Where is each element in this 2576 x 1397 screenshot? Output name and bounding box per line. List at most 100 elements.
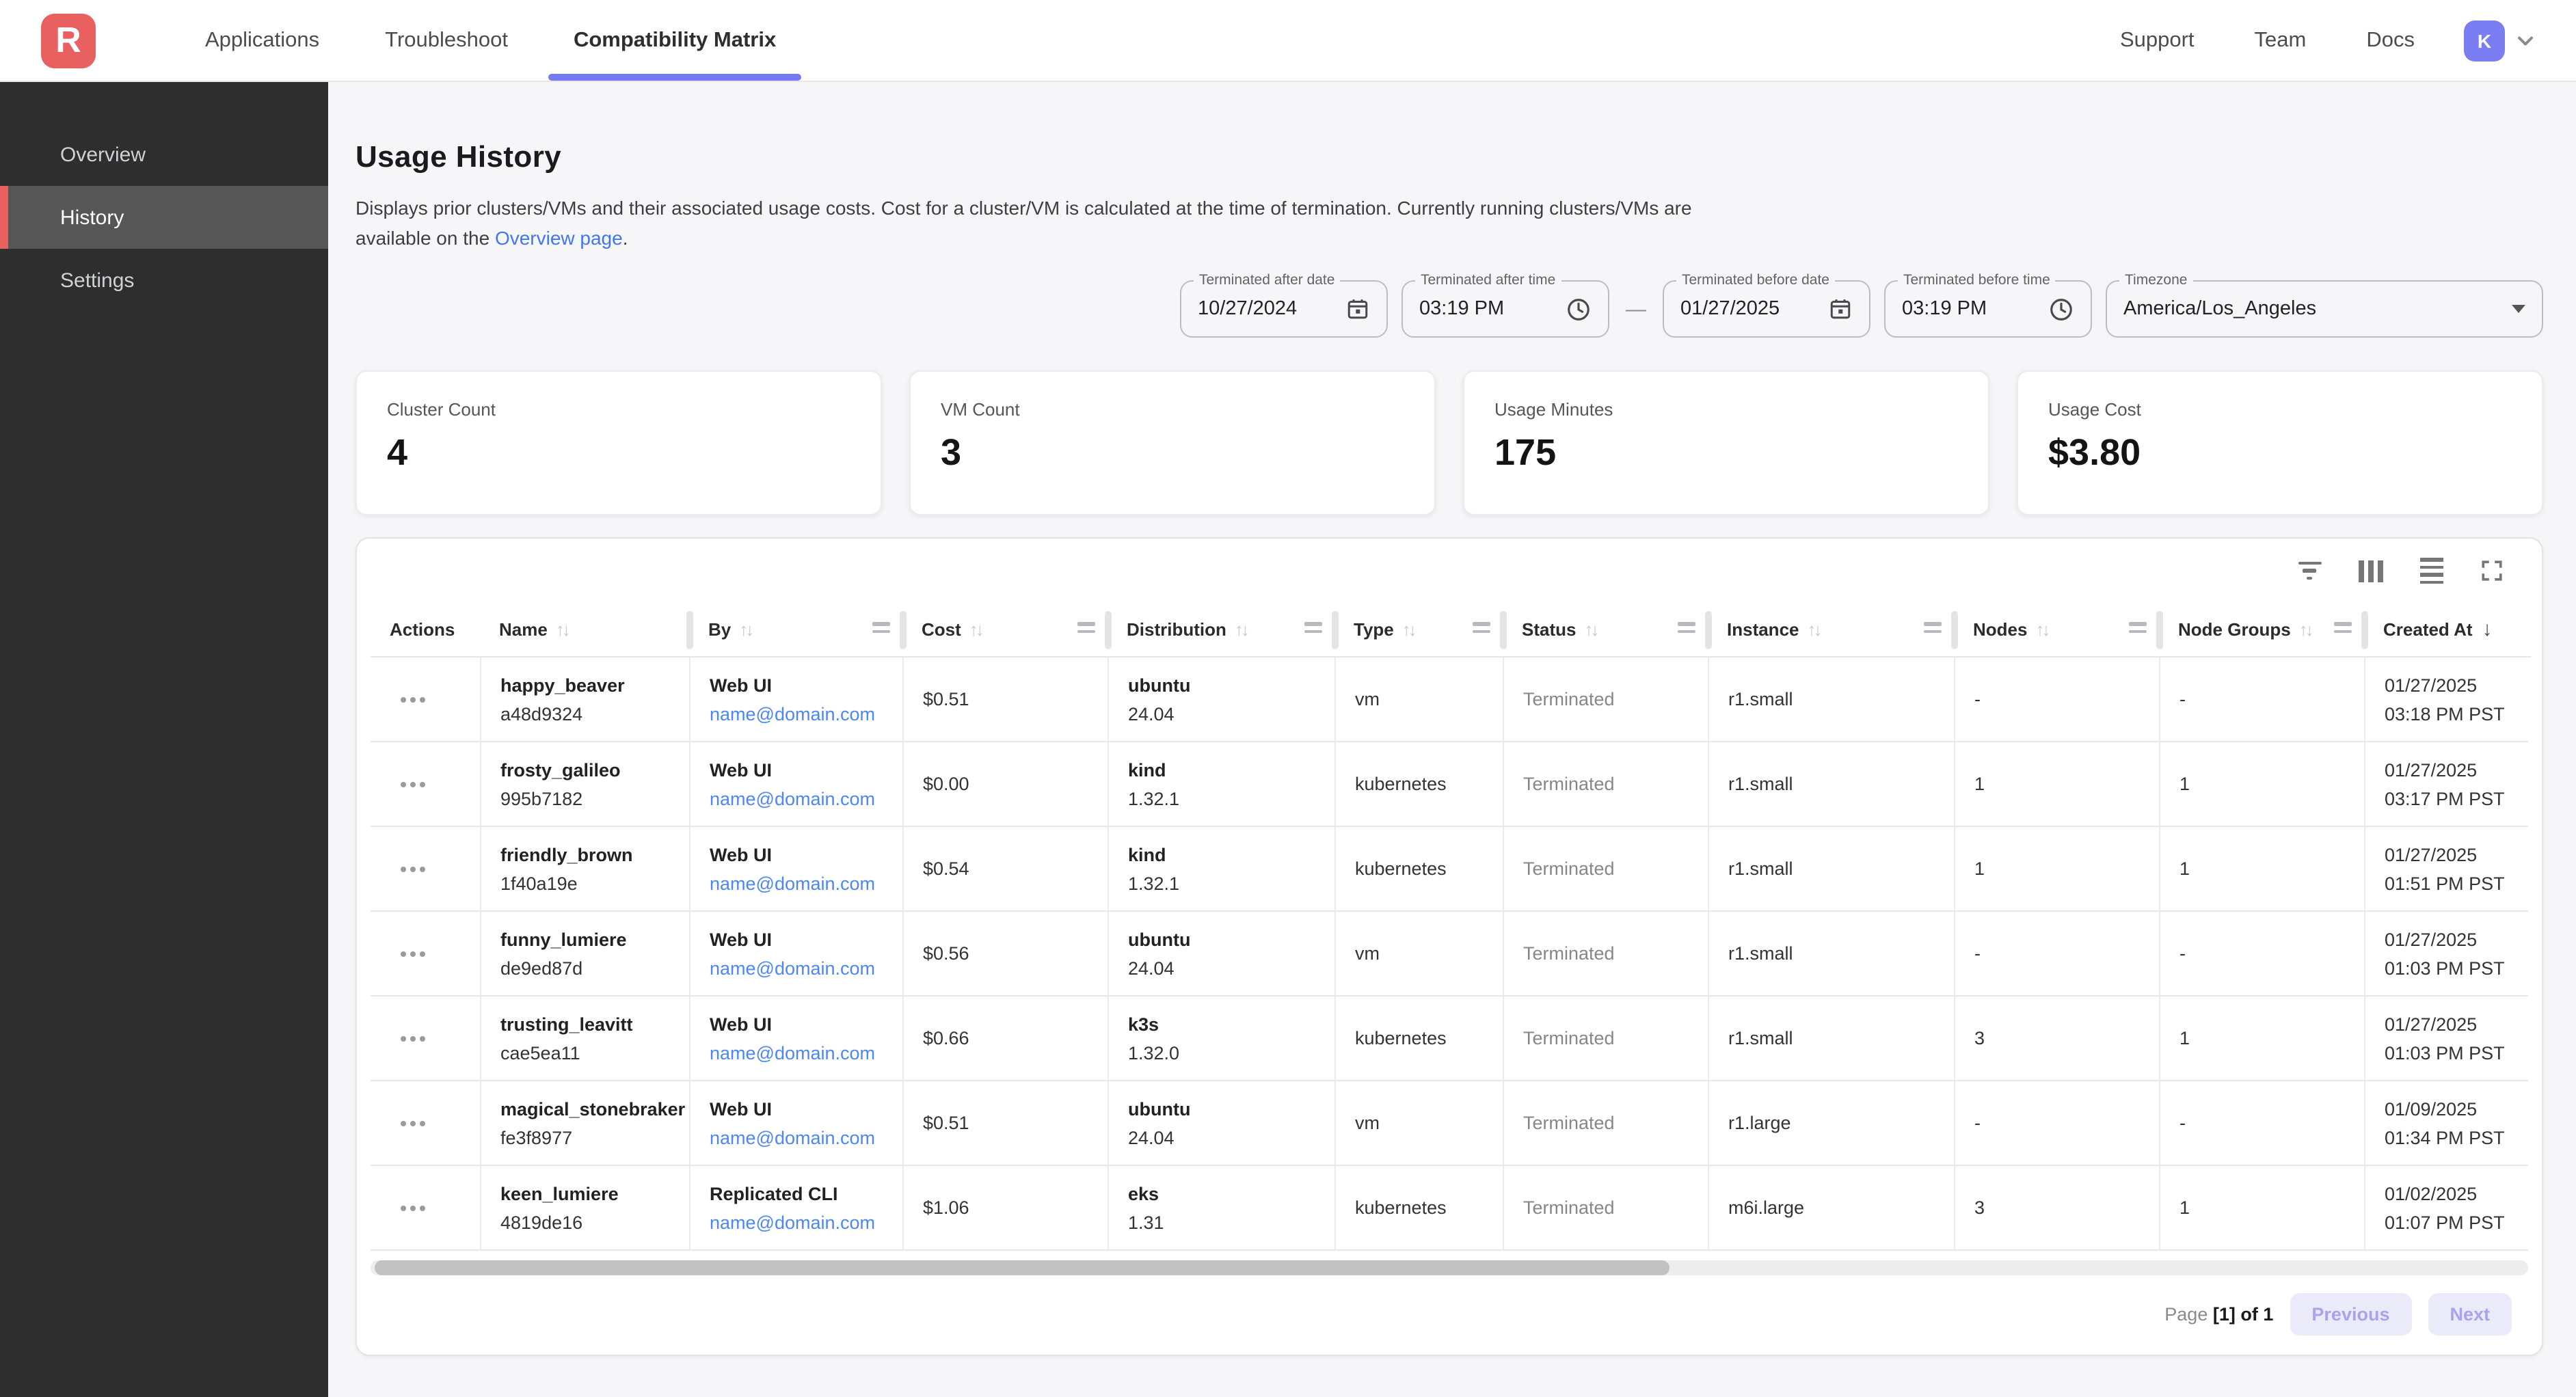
column-menu-icon[interactable]: [2129, 622, 2147, 633]
column-menu-icon[interactable]: [872, 622, 890, 633]
cluster-name: trusting_leavitt: [500, 1014, 689, 1034]
replicated-logo[interactable]: R: [41, 13, 96, 68]
column-header-cost[interactable]: Cost ↑↓: [902, 603, 1108, 657]
sort-arrows-icon[interactable]: ↑↓: [739, 619, 751, 640]
by-email-link[interactable]: name@domain.com: [710, 788, 902, 809]
row-actions-icon[interactable]: [401, 696, 480, 702]
table-row: keen_lumiere4819de16 Replicated CLIname@…: [371, 1166, 2528, 1251]
by-email-link[interactable]: name@domain.com: [710, 1127, 902, 1148]
sort-arrows-icon[interactable]: ↑↓: [1808, 619, 1820, 640]
created-date: 01/27/2025: [2385, 759, 2531, 780]
by-source: Web UI: [710, 844, 902, 865]
row-actions-icon[interactable]: [401, 1120, 480, 1126]
fullscreen-icon[interactable]: [2480, 559, 2504, 582]
by-email-link[interactable]: name@domain.com: [710, 873, 902, 893]
page-description: Displays prior clusters/VMs and their as…: [355, 193, 1702, 253]
column-menu-icon[interactable]: [1077, 622, 1095, 633]
by-email-link[interactable]: name@domain.com: [710, 1042, 902, 1063]
column-menu-icon[interactable]: [2334, 622, 2352, 633]
overview-page-link[interactable]: Overview page: [495, 227, 623, 249]
by-email-link[interactable]: name@domain.com: [710, 958, 902, 978]
column-header-type[interactable]: Type↑↓: [1334, 603, 1503, 657]
sort-arrows-icon[interactable]: ↑↓: [556, 619, 568, 640]
nav-item-compatibility-matrix[interactable]: Compatibility Matrix: [541, 0, 809, 81]
created-date: 01/02/2025: [2385, 1183, 2531, 1204]
row-actions-icon[interactable]: [401, 866, 480, 871]
sort-arrows-icon[interactable]: ↑↓: [1402, 619, 1414, 640]
type-cell: kubernetes: [1334, 827, 1503, 910]
by-email-link[interactable]: name@domain.com: [710, 703, 902, 724]
timezone-select[interactable]: Timezone America/Los_Angeles: [2106, 280, 2543, 338]
nav-item-troubleshoot[interactable]: Troubleshoot: [352, 0, 541, 81]
by-email-link[interactable]: name@domain.com: [710, 1212, 902, 1232]
nav-item-applications[interactable]: Applications: [172, 0, 352, 81]
avatar[interactable]: K: [2464, 20, 2505, 61]
column-header-nodes[interactable]: Nodes↑↓: [1954, 603, 2159, 657]
density-icon[interactable]: [2420, 558, 2443, 584]
column-label: Cost: [922, 619, 961, 640]
nav-item-support[interactable]: Support: [2090, 0, 2225, 81]
created-date: 01/27/2025: [2385, 675, 2531, 695]
sort-arrows-icon[interactable]: ↑↓: [1235, 619, 1247, 640]
calendar-icon[interactable]: [1345, 297, 1370, 321]
column-header-node-groups[interactable]: Node Groups↑↓: [2159, 603, 2364, 657]
sort-arrows-icon[interactable]: ↑↓: [2299, 619, 2311, 640]
column-header-instance[interactable]: Instance↑↓: [1708, 603, 1954, 657]
sort-arrows-icon[interactable]: ↑↓: [2035, 619, 2048, 640]
column-header-created-at[interactable]: Created At↓: [2364, 603, 2531, 657]
type-cell: vm: [1334, 657, 1503, 741]
clock-icon[interactable]: [1566, 296, 1592, 322]
node-groups-cell: -: [2159, 912, 2364, 995]
nav-item-team[interactable]: Team: [2225, 0, 2337, 81]
row-actions-icon[interactable]: [401, 951, 480, 956]
sort-arrows-icon[interactable]: ↑↓: [1584, 619, 1596, 640]
sidebar-item-overview[interactable]: Overview: [0, 123, 328, 186]
terminated-before-time-field[interactable]: Terminated before time 03:19 PM: [1884, 280, 2092, 338]
column-menu-icon[interactable]: [1924, 622, 1942, 633]
column-menu-icon[interactable]: [1473, 622, 1490, 633]
row-actions-icon[interactable]: [401, 781, 480, 787]
distribution-version: 1.31: [1128, 1212, 1334, 1232]
column-header-status[interactable]: Status↑↓: [1503, 603, 1708, 657]
field-label: Terminated before time: [1898, 272, 2056, 288]
previous-page-button[interactable]: Previous: [2290, 1293, 2411, 1335]
terminated-after-date-field[interactable]: Terminated after date 10/27/2024: [1180, 280, 1388, 338]
sidebar-item-history[interactable]: History: [0, 186, 328, 249]
nodes-cell: 1: [1954, 742, 2159, 826]
terminated-before-date-field[interactable]: Terminated before date 01/27/2025: [1663, 280, 1870, 338]
clock-icon[interactable]: [2048, 296, 2074, 322]
next-page-button[interactable]: Next: [2428, 1293, 2512, 1335]
columns-icon[interactable]: [2358, 560, 2383, 582]
row-actions-icon[interactable]: [401, 1205, 480, 1210]
horizontal-scrollbar[interactable]: [371, 1260, 2528, 1275]
terminated-after-time-field[interactable]: Terminated after time 03:19 PM: [1401, 280, 1609, 338]
instance-cell: r1.small: [1708, 742, 1954, 826]
node-groups-cell: 1: [2159, 742, 2364, 826]
column-label: Name: [499, 619, 548, 640]
column-menu-icon[interactable]: [1304, 622, 1322, 633]
cluster-name: happy_beaver: [500, 675, 689, 695]
cost-cell: $0.54: [902, 827, 1108, 910]
sidebar: Overview History Settings: [0, 82, 328, 1397]
column-header-distribution[interactable]: Distribution↑↓: [1108, 603, 1334, 657]
dropdown-arrow-icon[interactable]: [2512, 305, 2525, 313]
cluster-id: 995b7182: [500, 788, 689, 809]
sidebar-item-settings[interactable]: Settings: [0, 249, 328, 312]
sort-arrows-icon[interactable]: ↑↓: [969, 619, 982, 640]
nav-item-docs[interactable]: Docs: [2336, 0, 2445, 81]
user-menu[interactable]: K: [2464, 20, 2538, 61]
page-title: Usage History: [355, 139, 2543, 175]
sort-desc-icon[interactable]: ↓: [2482, 618, 2493, 641]
horizontal-scrollbar-thumb[interactable]: [375, 1260, 1669, 1275]
distribution-name: kind: [1128, 844, 1334, 865]
chevron-down-icon[interactable]: [2513, 28, 2538, 53]
column-header-by[interactable]: By↑↓: [689, 603, 902, 657]
distribution-name: eks: [1128, 1183, 1334, 1204]
column-header-name[interactable]: Name ↑↓: [480, 603, 689, 657]
filter-icon[interactable]: [2298, 562, 2321, 580]
row-actions-icon[interactable]: [401, 1035, 480, 1041]
nav-label: Troubleshoot: [385, 28, 508, 53]
calendar-icon[interactable]: [1828, 297, 1853, 321]
status-cell: Terminated: [1503, 1166, 1708, 1249]
column-menu-icon[interactable]: [1678, 622, 1695, 633]
